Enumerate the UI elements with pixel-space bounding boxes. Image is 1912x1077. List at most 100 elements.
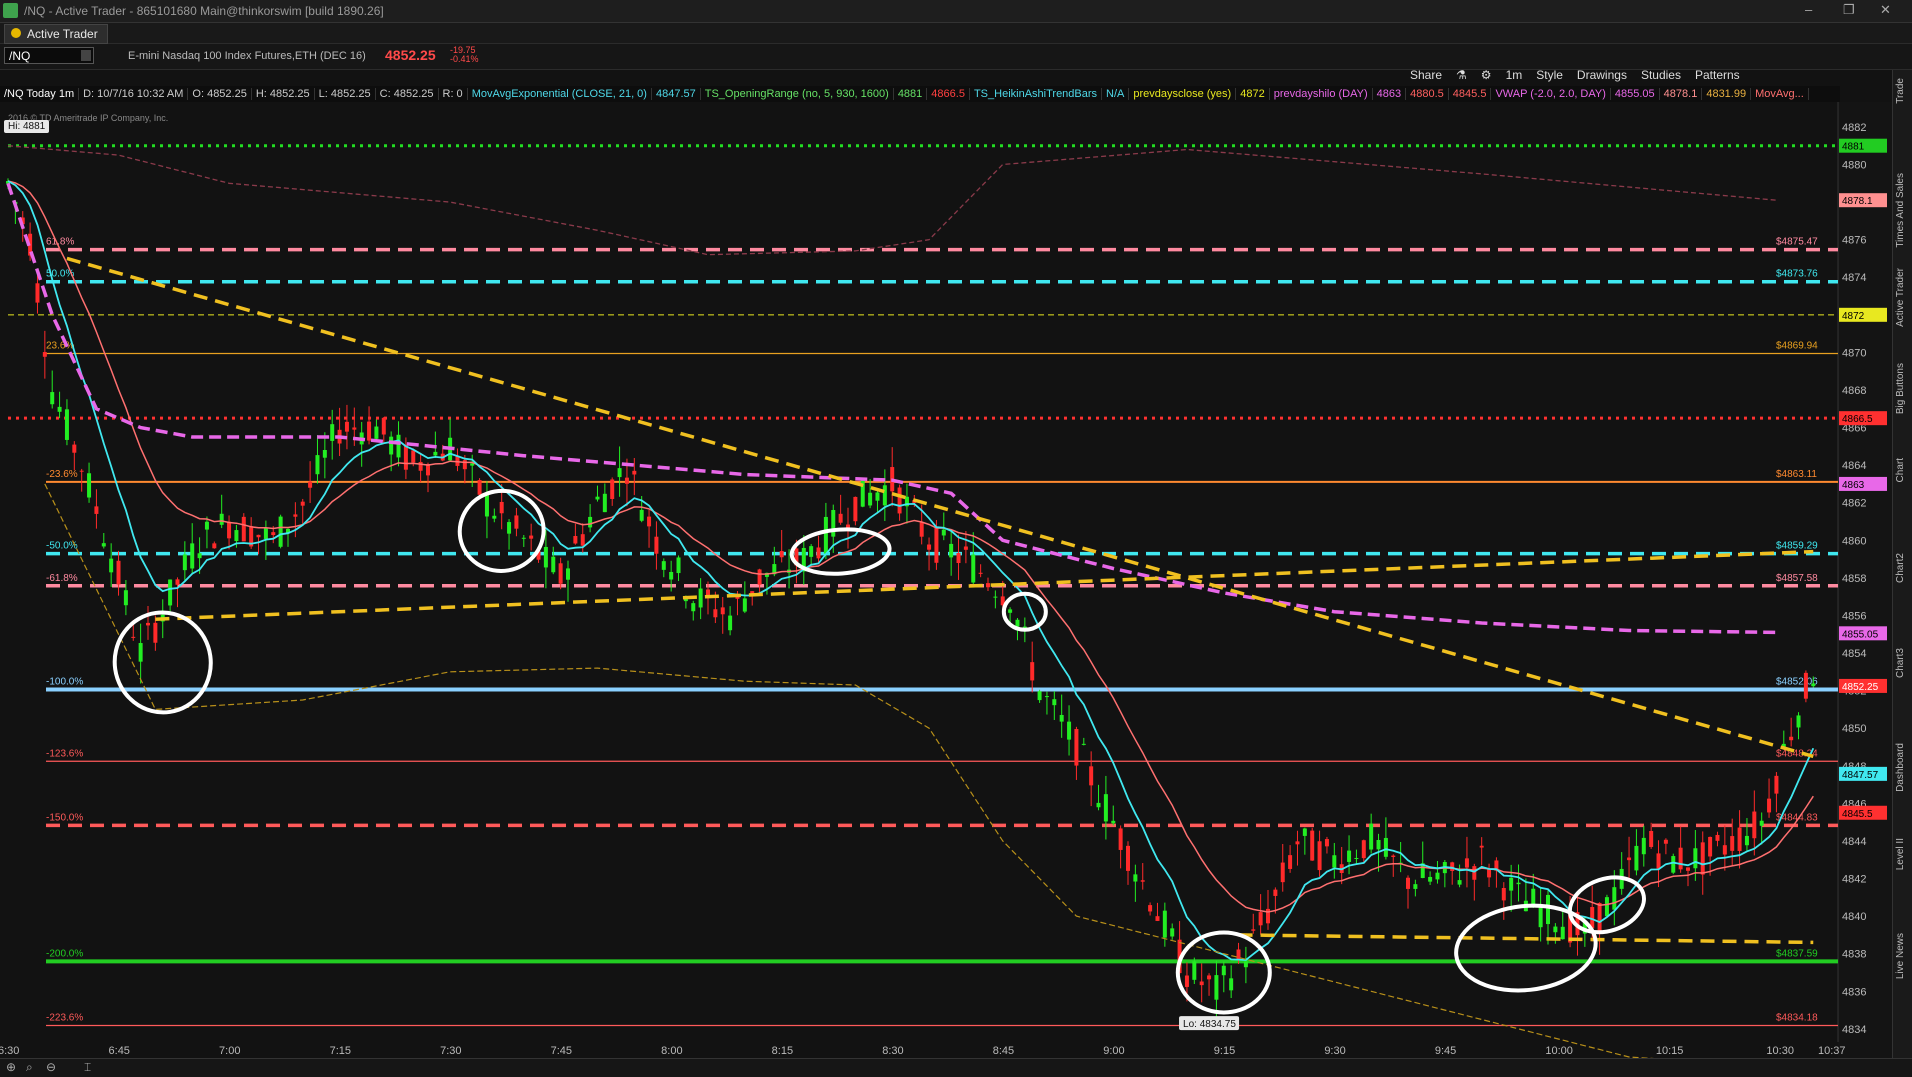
zoom-out-icon[interactable]: ⊖: [46, 1060, 56, 1074]
study-value-21: 4855.05: [1610, 88, 1660, 100]
study-value-3: H: 4852.25: [251, 88, 315, 100]
candle-body: [875, 492, 880, 501]
studies-button[interactable]: Studies: [1641, 68, 1681, 84]
side-tab-chart3[interactable]: Chart3: [1895, 648, 1906, 678]
candle-body: [1081, 743, 1086, 745]
chevron-down-icon[interactable]: [81, 50, 91, 61]
drawing-tool-icon[interactable]: ⌶: [84, 1060, 91, 1075]
candle-body: [956, 553, 961, 564]
flask-icon[interactable]: ⚗: [1456, 68, 1467, 84]
candle-body: [963, 546, 968, 550]
candle-body: [1089, 766, 1094, 786]
candle-body: [1361, 840, 1366, 859]
candle-body: [1199, 981, 1204, 986]
candle-body: [853, 496, 858, 522]
side-tab-times-and-sales[interactable]: Times And Sales: [1895, 173, 1906, 248]
candle-body: [227, 521, 232, 539]
side-tab-chart[interactable]: Chart: [1895, 458, 1906, 482]
candle-body: [639, 509, 644, 521]
side-tab-trade[interactable]: Trade: [1895, 78, 1906, 104]
study-value-16: prevdayshilo (DAY): [1269, 88, 1373, 100]
minimize-button[interactable]: –: [1805, 2, 1812, 17]
candle-body: [551, 556, 556, 573]
candle-body: [1796, 715, 1801, 728]
candle-body: [661, 561, 666, 570]
timeframe-button[interactable]: 1m: [1506, 68, 1523, 84]
candle-body: [182, 554, 187, 571]
patterns-button[interactable]: Patterns: [1695, 68, 1740, 84]
study-value-5: C: 4852.25: [375, 88, 439, 100]
price-badge-text: 4881: [1842, 142, 1865, 153]
candle-body: [934, 527, 939, 563]
price-chart[interactable]: 4882488048784876487448724870486848664864…: [0, 102, 1892, 1058]
candle-body: [403, 445, 408, 470]
candle-body: [190, 543, 195, 569]
candle-body: [278, 516, 283, 547]
candle-body: [632, 470, 637, 475]
style-button[interactable]: Style: [1536, 68, 1563, 84]
candle-body: [1118, 828, 1123, 850]
candle-body: [1324, 839, 1329, 847]
fib-price-label: $4875.47: [1776, 237, 1818, 248]
candle-body: [882, 485, 887, 506]
candle-body: [72, 444, 77, 453]
share-button[interactable]: Share: [1410, 68, 1442, 84]
candle-body: [330, 424, 335, 441]
y-tick-label: 4834: [1842, 1024, 1866, 1036]
candle-body: [728, 615, 733, 631]
candle-body: [42, 352, 47, 357]
price-badge-text: 4872: [1842, 311, 1865, 322]
close-button[interactable]: ✕: [1880, 2, 1891, 18]
price-badge-text: 4878.1: [1842, 196, 1873, 207]
high-badge: Hi: 4881: [4, 120, 50, 133]
side-tab-chart2[interactable]: Chart2: [1895, 553, 1906, 583]
candle-body: [1273, 889, 1278, 896]
candle-body: [1126, 845, 1130, 871]
drawings-button[interactable]: Drawings: [1577, 68, 1627, 84]
x-tick-label: 8:45: [993, 1045, 1014, 1057]
price-change: -19.75 -0.41%: [450, 46, 479, 64]
crosshair-icon[interactable]: ⊕: [6, 1060, 16, 1074]
side-tab-level-ii[interactable]: Level II: [1895, 838, 1906, 870]
candle-body: [1354, 857, 1359, 859]
study-value-0: /NQ Today 1m: [0, 88, 80, 100]
candle-body: [1767, 798, 1772, 813]
candle-body: [823, 516, 828, 554]
symbol-input[interactable]: /NQ: [4, 47, 94, 64]
candle-body: [241, 516, 246, 542]
zoom-icon[interactable]: ⌕: [26, 1060, 33, 1075]
gear-icon[interactable]: ⚙: [1481, 68, 1492, 84]
candle-body: [1722, 845, 1727, 855]
candle-body: [300, 501, 305, 506]
candle-body: [271, 532, 276, 536]
candle-body: [1428, 876, 1433, 882]
x-tick-label: 8:00: [661, 1045, 682, 1057]
tab-active-trader[interactable]: Active Trader: [4, 24, 108, 44]
candle-body: [971, 554, 976, 583]
y-tick-label: 4844: [1842, 836, 1866, 848]
candle-body: [1744, 835, 1749, 846]
thinkorswim-logo-icon: [3, 3, 18, 18]
candle-body: [94, 506, 99, 514]
side-tab-big-buttons[interactable]: Big Buttons: [1895, 363, 1906, 414]
side-tab-live-news[interactable]: Live News: [1895, 933, 1906, 979]
change-percent: -0.41%: [450, 54, 479, 64]
candle-body: [1538, 905, 1543, 928]
candle-body: [1369, 823, 1374, 850]
candle-body: [484, 494, 489, 517]
candle-body: [1221, 965, 1226, 976]
restore-button[interactable]: ❐: [1843, 2, 1855, 18]
y-tick-label: 4876: [1842, 235, 1866, 247]
candle-body: [691, 603, 696, 612]
candle-body: [1708, 836, 1713, 857]
candle-body: [941, 529, 946, 536]
fib-label: 61.8%: [46, 237, 74, 248]
x-tick-label: 10:30: [1766, 1045, 1794, 1057]
x-tick-label: 9:00: [1103, 1045, 1124, 1057]
y-tick-label: 4856: [1842, 610, 1866, 622]
side-tab-dashboard[interactable]: Dashboard: [1895, 743, 1906, 792]
candle-body: [1155, 916, 1160, 921]
side-tab-active-trader[interactable]: Active Trader: [1895, 268, 1906, 327]
gadget-icon: [11, 28, 21, 38]
candle-body: [374, 426, 379, 439]
